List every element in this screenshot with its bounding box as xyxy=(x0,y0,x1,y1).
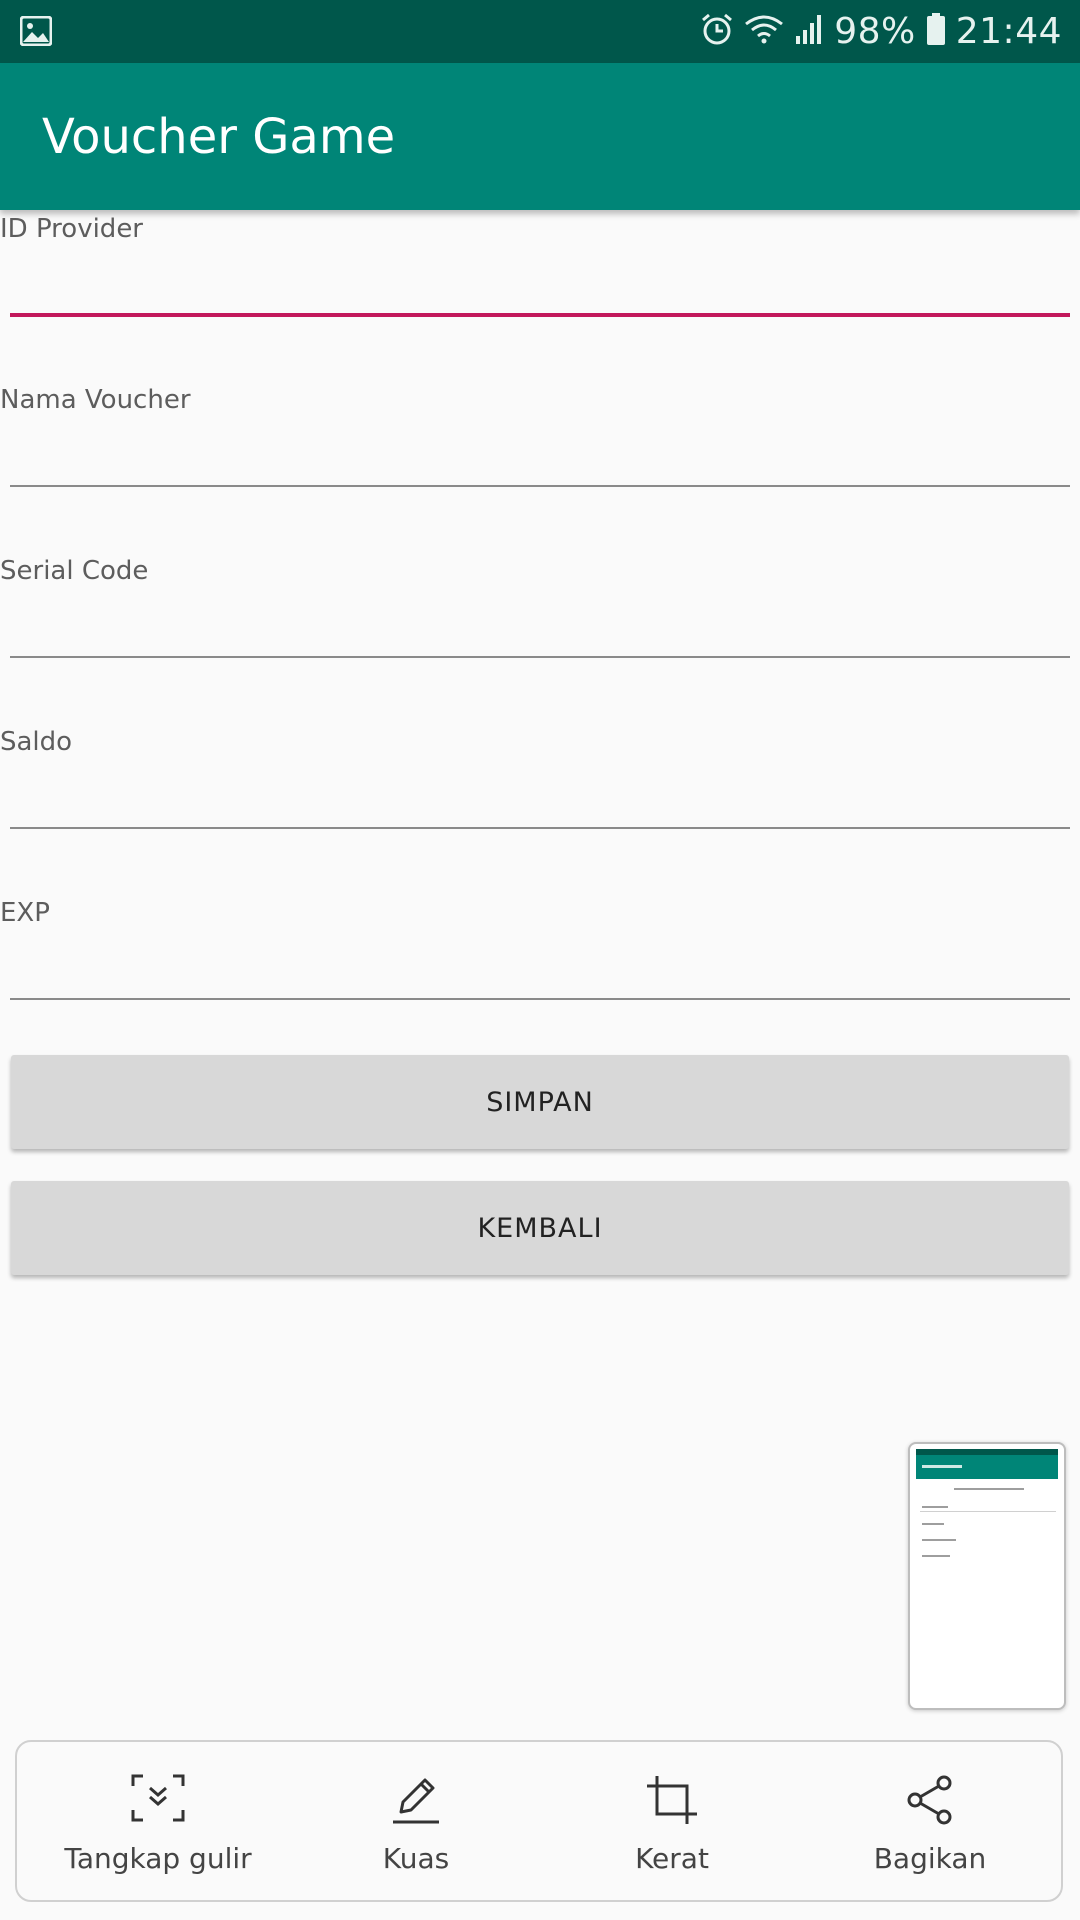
serial-code-underline xyxy=(10,656,1070,658)
nama-voucher-underline xyxy=(10,485,1070,487)
field-saldo: Saldo xyxy=(0,727,1080,867)
saldo-underline xyxy=(10,827,1070,829)
exp-input[interactable] xyxy=(10,938,1070,990)
field-serial-code: Serial Code xyxy=(0,556,1080,696)
kerat-label: Kerat xyxy=(635,1842,709,1875)
status-bar: 98% 21:44 xyxy=(0,0,1080,63)
bagikan-button[interactable]: Bagikan xyxy=(805,1742,1055,1900)
wifi-icon xyxy=(744,12,784,50)
id-provider-underline xyxy=(10,313,1070,317)
simpan-button[interactable]: SIMPAN xyxy=(11,1055,1069,1149)
gallery-icon xyxy=(19,15,53,50)
id-provider-label: ID Provider xyxy=(0,214,143,244)
field-exp: EXP xyxy=(0,898,1080,1038)
saldo-input[interactable] xyxy=(10,767,1070,819)
kuas-button[interactable]: Kuas xyxy=(291,1742,541,1900)
saldo-label: Saldo xyxy=(0,727,73,757)
clock: 21:44 xyxy=(955,10,1062,52)
app-title: Voucher Game xyxy=(42,109,396,165)
screenshot-thumbnail[interactable] xyxy=(908,1442,1066,1710)
thumbnail-preview-image xyxy=(916,1449,1058,1557)
tangkap-gulir-label: Tangkap gulir xyxy=(64,1842,252,1875)
serial-code-input[interactable] xyxy=(10,596,1070,648)
alarm-icon xyxy=(700,12,734,50)
app-bar: Voucher Game xyxy=(0,63,1080,210)
crop-icon xyxy=(645,1774,699,1830)
id-provider-input[interactable] xyxy=(10,254,1070,306)
kerat-button[interactable]: Kerat xyxy=(547,1742,797,1900)
share-icon xyxy=(905,1774,955,1830)
brush-icon xyxy=(389,1774,443,1830)
exp-underline xyxy=(10,998,1070,1000)
signal-icon xyxy=(794,12,824,50)
battery-icon xyxy=(926,12,946,50)
bagikan-label: Bagikan xyxy=(873,1842,987,1875)
nama-voucher-input[interactable] xyxy=(10,425,1070,477)
kuas-label: Kuas xyxy=(382,1842,450,1875)
field-id-provider: ID Provider xyxy=(0,214,1080,354)
scroll-capture-icon xyxy=(131,1774,185,1826)
battery-percent: 98% xyxy=(834,10,916,52)
exp-label: EXP xyxy=(0,898,50,928)
field-nama-voucher: Nama Voucher xyxy=(0,385,1080,525)
nama-voucher-label: Nama Voucher xyxy=(0,385,191,415)
tangkap-gulir-button[interactable]: Tangkap gulir xyxy=(33,1742,283,1900)
kembali-button[interactable]: KEMBALI xyxy=(11,1181,1069,1275)
screenshot-toolbar: Tangkap gulir Kuas Kerat Bagikan xyxy=(15,1740,1063,1902)
serial-code-label: Serial Code xyxy=(0,556,149,586)
